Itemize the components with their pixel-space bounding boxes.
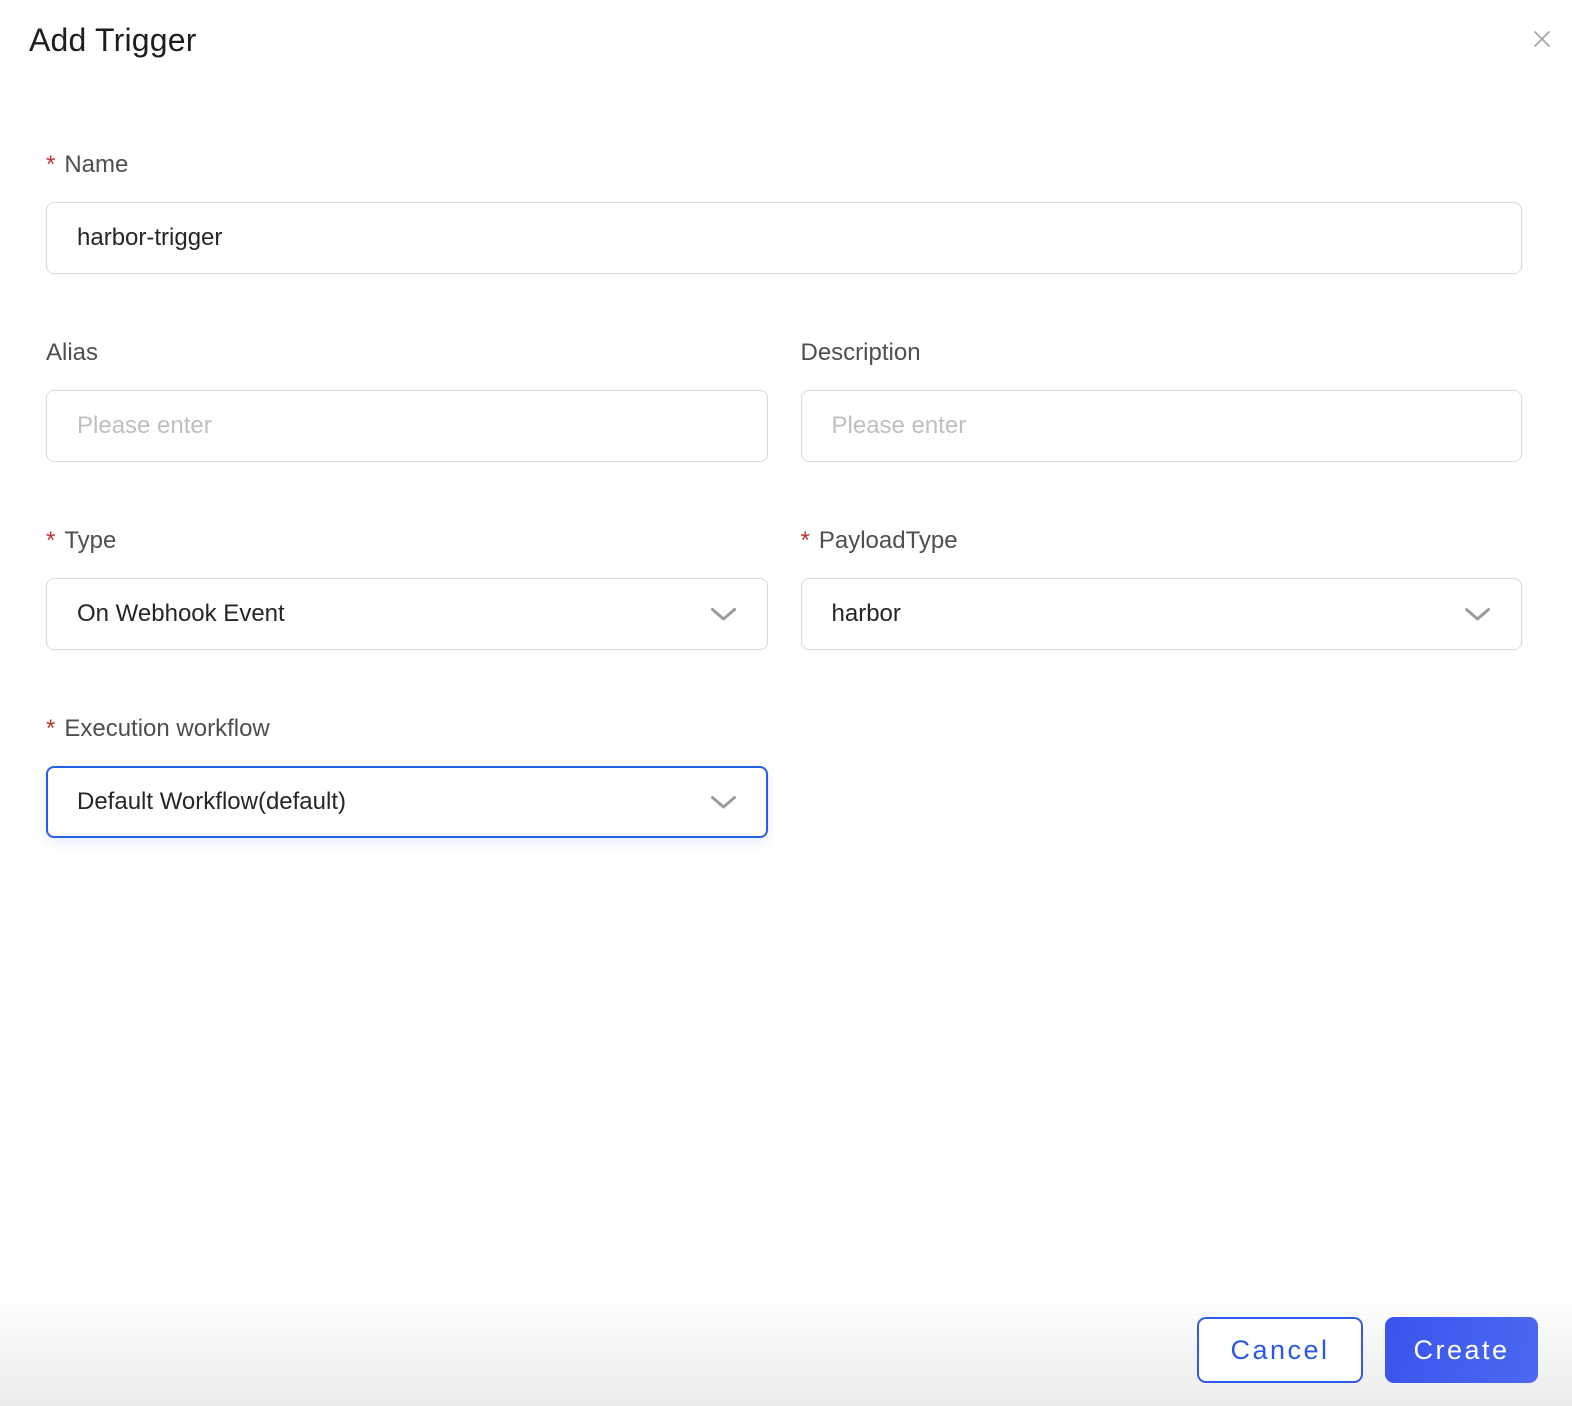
add-trigger-form: * Name Alias Description: [46, 150, 1522, 838]
description-label-text: Description: [800, 339, 921, 366]
name-label: * Name: [46, 150, 1522, 180]
chevron-down-icon: [710, 607, 736, 620]
form-row-type-payloadtype: * Type On Webhook Event * PayloadType ha…: [46, 526, 1522, 650]
required-asterisk: *: [46, 527, 56, 554]
field-alias: Alias: [46, 338, 768, 462]
required-asterisk: *: [800, 527, 810, 554]
field-payloadtype: * PayloadType harbor: [800, 526, 1523, 650]
field-execution-workflow: * Execution workflow Default Workflow(de…: [46, 714, 768, 838]
type-select-value: On Webhook Event: [77, 600, 285, 627]
field-name: * Name: [46, 150, 1522, 274]
close-button[interactable]: [1524, 21, 1560, 57]
form-row-alias-description: Alias Description: [46, 338, 1522, 462]
description-label: Description: [801, 338, 1523, 368]
field-type: * Type On Webhook Event: [46, 526, 768, 650]
alias-label-text: Alias: [46, 339, 99, 366]
payloadtype-select-value: harbor: [831, 600, 901, 627]
required-asterisk: *: [46, 715, 56, 742]
field-description: Description: [800, 338, 1523, 462]
description-input[interactable]: [800, 390, 1522, 462]
type-select[interactable]: On Webhook Event: [46, 578, 768, 650]
dialog-footer: Cancel Create: [1197, 1317, 1538, 1383]
alias-input[interactable]: [46, 390, 768, 462]
type-label: * Type: [46, 526, 768, 556]
execution-workflow-label-text: Execution workflow: [64, 715, 270, 742]
type-label-text: Type: [64, 527, 117, 554]
execution-workflow-select-value: Default Workflow(default): [77, 788, 346, 815]
name-input[interactable]: [46, 202, 1522, 274]
name-label-text: Name: [64, 151, 129, 178]
execution-workflow-select[interactable]: Default Workflow(default): [46, 766, 768, 838]
chevron-down-icon: [1465, 607, 1490, 620]
form-row-name: * Name: [46, 150, 1522, 274]
form-row-execution-workflow: * Execution workflow Default Workflow(de…: [46, 714, 1522, 838]
payloadtype-label-text: PayloadType: [818, 527, 958, 554]
dialog-title: Add Trigger: [29, 22, 197, 58]
chevron-down-icon: [711, 795, 736, 808]
execution-workflow-label: * Execution workflow: [46, 714, 768, 744]
alias-label: Alias: [46, 338, 768, 368]
cancel-button[interactable]: Cancel: [1197, 1317, 1363, 1383]
add-trigger-dialog: Add Trigger * Name Alias: [0, 0, 1572, 1406]
create-button[interactable]: Create: [1385, 1317, 1538, 1383]
payloadtype-select[interactable]: harbor: [800, 578, 1522, 650]
required-asterisk: *: [46, 151, 56, 178]
close-icon: [1534, 31, 1550, 47]
payloadtype-label: * PayloadType: [801, 526, 1523, 556]
